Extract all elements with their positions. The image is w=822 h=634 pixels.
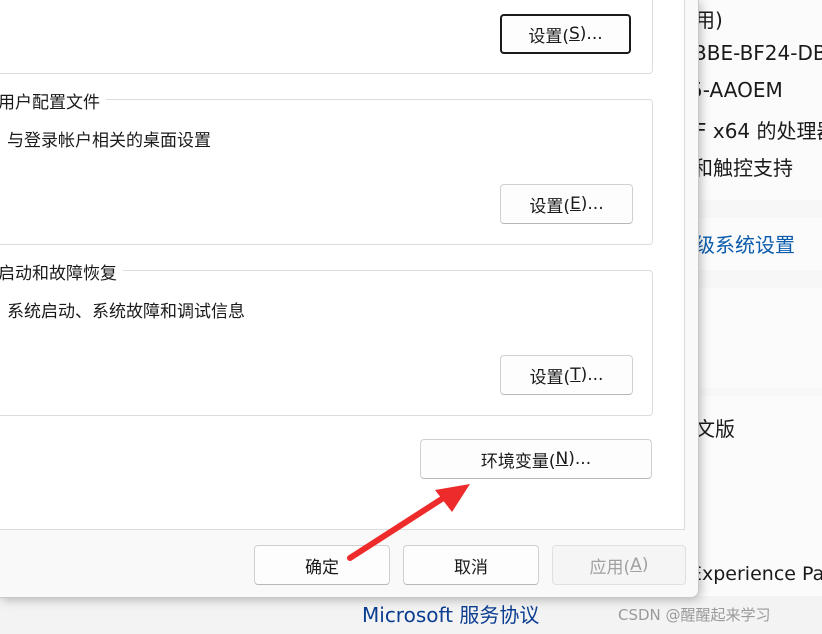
system-type-text: F x64 的处理器 xyxy=(695,119,822,143)
user-profiles-group: 用户配置文件 与登录帐户相关的桌面设置 设置(E)... xyxy=(0,88,653,245)
access-key: N xyxy=(555,449,569,469)
product-id-text: 5-AAOEM xyxy=(690,78,783,102)
advanced-system-settings-link[interactable]: 级系统设置 xyxy=(695,229,795,258)
button-label-suffix: )... xyxy=(579,24,603,44)
user-profiles-description: 与登录帐户相关的桌面设置 xyxy=(7,131,211,151)
pen-touch-text: 和触控支持 xyxy=(693,156,793,180)
startup-recovery-settings-button[interactable]: 设置(T)... xyxy=(500,355,633,395)
csdn-watermark: CSDN @醒醒起来学习 xyxy=(618,606,771,624)
startup-recovery-title: 启动和故障恢复 xyxy=(0,259,123,284)
edition-text: 文版 xyxy=(695,417,735,441)
startup-recovery-description: 系统启动、系统故障和调试信息 xyxy=(7,302,245,322)
performance-group: 设置(S)... xyxy=(0,0,653,74)
button-label-prefix: 设置( xyxy=(529,196,571,217)
button-label-suffix: )... xyxy=(580,365,604,385)
windows-specs-card xyxy=(680,288,822,388)
button-label-prefix: 环境变量( xyxy=(480,451,556,472)
environment-variables-button[interactable]: 环境变量(N)... xyxy=(420,439,652,479)
startup-recovery-group: 启动和故障恢复 系统启动、系统故障和调试信息 设置(T)... xyxy=(0,259,653,416)
performance-settings-button[interactable]: 设置(S)... xyxy=(500,14,631,54)
microsoft-services-agreement-link[interactable]: Microsoft 服务协议 xyxy=(362,599,539,628)
cancel-label: 取消 xyxy=(454,557,488,578)
system-properties-dialog: 设置(S)... 用户配置文件 与登录帐户相关的桌面设置 设置(E)... 启动… xyxy=(0,0,699,598)
button-label-prefix: 应用( xyxy=(589,557,631,578)
button-label-suffix: )... xyxy=(580,194,604,214)
experience-pack-text: Experience Pac xyxy=(690,563,822,585)
button-label-suffix: ) xyxy=(641,555,649,575)
spec-line: 用) xyxy=(695,8,723,32)
advanced-tab-page: 设置(S)... 用户配置文件 与登录帐户相关的桌面设置 设置(E)... 启动… xyxy=(0,0,685,530)
ok-button[interactable]: 确定 xyxy=(254,545,390,585)
cancel-button[interactable]: 取消 xyxy=(403,545,539,585)
access-key: A xyxy=(630,555,642,575)
ok-label: 确定 xyxy=(305,557,339,578)
button-label-suffix: )... xyxy=(568,449,592,469)
button-label-prefix: 设置( xyxy=(529,367,571,388)
button-label-prefix: 设置( xyxy=(528,26,569,47)
apply-button: 应用(A) xyxy=(552,545,686,585)
access-key: T xyxy=(570,365,581,385)
user-profiles-settings-button[interactable]: 设置(E)... xyxy=(500,184,633,224)
access-key: S xyxy=(569,24,580,44)
user-profiles-title: 用户配置文件 xyxy=(0,88,106,113)
device-id-text: BBE-BF24-DBE xyxy=(693,41,822,65)
access-key: E xyxy=(570,194,581,214)
